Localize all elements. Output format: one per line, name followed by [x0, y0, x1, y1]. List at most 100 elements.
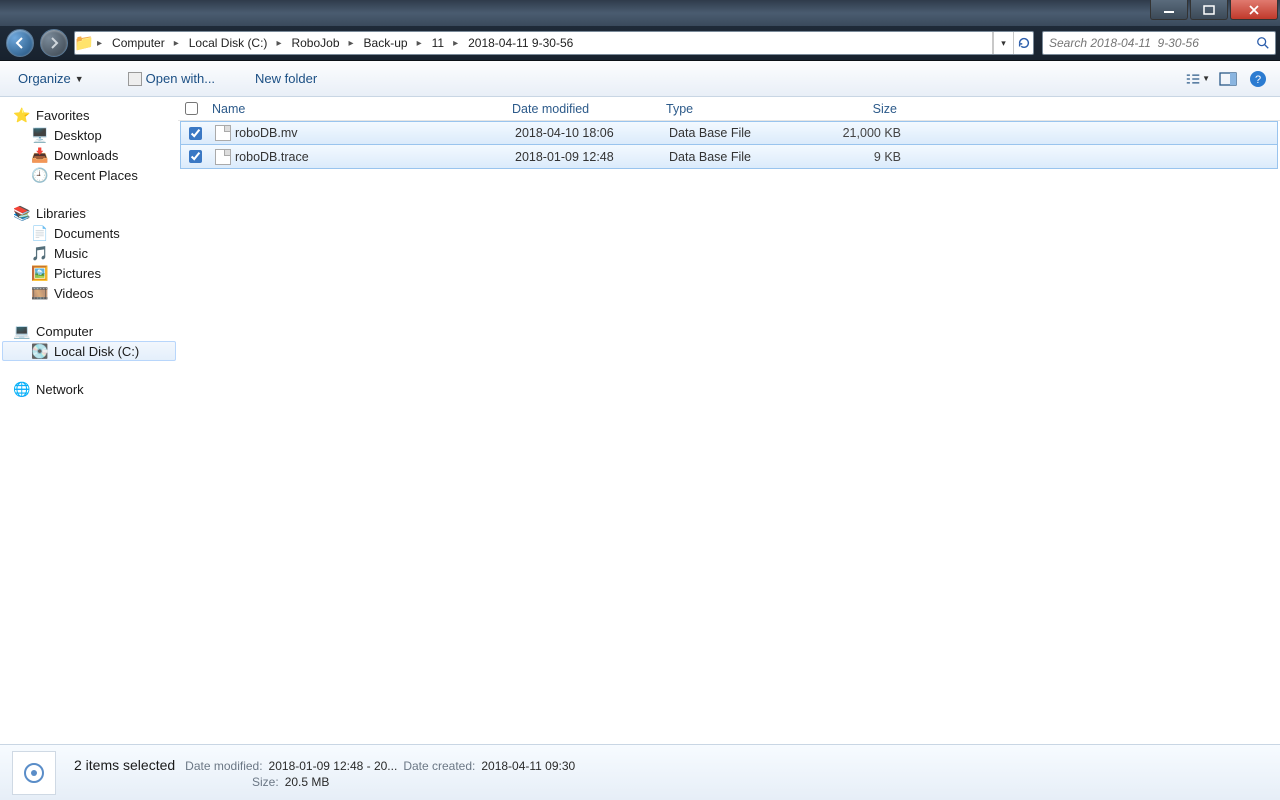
file-name: roboDB.trace: [235, 150, 309, 164]
column-header-type[interactable]: Type: [660, 97, 808, 120]
column-header-checkbox[interactable]: [178, 97, 206, 120]
column-label: Date modified: [512, 102, 589, 116]
new-folder-button[interactable]: New folder: [247, 67, 325, 90]
column-header-size[interactable]: Size: [808, 97, 904, 120]
sidebar-item-pictures[interactable]: 🖼️ Pictures: [2, 263, 176, 283]
sidebar-label: Libraries: [36, 206, 86, 221]
sidebar-item-label: Downloads: [54, 148, 118, 163]
pictures-icon: 🖼️: [32, 265, 48, 281]
organize-button[interactable]: Organize▼: [10, 67, 92, 90]
date-modified-label: Date modified:: [185, 759, 262, 773]
open-with-button[interactable]: Open with...: [120, 67, 223, 90]
select-all-checkbox[interactable]: [185, 102, 198, 115]
sidebar-item-label: Documents: [54, 226, 120, 241]
address-bar[interactable]: 📁 ▸ Computer▸ Local Disk (C:)▸ RoboJob▸ …: [74, 31, 1034, 55]
file-date: 2018-04-10 18:06: [515, 126, 614, 140]
sidebar-item-label: Local Disk (C:): [54, 344, 139, 359]
back-button[interactable]: [6, 29, 34, 57]
sidebar-item-label: Pictures: [54, 266, 101, 281]
search-icon[interactable]: [1251, 36, 1275, 50]
sidebar-item-label: Recent Places: [54, 168, 138, 183]
breadcrumb[interactable]: 11: [426, 32, 449, 54]
sidebar-head-favorites[interactable]: ⭐ Favorites: [2, 105, 176, 125]
sidebar-label: Favorites: [36, 108, 89, 123]
file-type: Data Base File: [669, 126, 751, 140]
close-button[interactable]: [1230, 0, 1278, 20]
selection-count: 2 items selected: [74, 757, 175, 773]
chevron-right-icon[interactable]: ▸: [272, 38, 285, 49]
chevron-right-icon[interactable]: ▸: [93, 38, 106, 49]
view-options-button[interactable]: ▼: [1186, 67, 1210, 91]
date-created-value: 2018-04-11 09:30: [481, 759, 575, 773]
sidebar-item-local-disk[interactable]: 💽Local Disk (C:): [2, 341, 176, 361]
column-header-name[interactable]: Name: [206, 97, 506, 120]
sidebar-head-libraries[interactable]: 📚 Libraries: [2, 203, 176, 223]
help-button[interactable]: ?: [1246, 67, 1270, 91]
file-name: roboDB.mv: [235, 126, 298, 140]
size-label: Size:: [252, 775, 279, 789]
breadcrumb[interactable]: Local Disk (C:): [183, 32, 273, 54]
column-header-date[interactable]: Date modified: [506, 97, 660, 120]
sidebar-item-label: Music: [54, 246, 88, 261]
breadcrumb[interactable]: RoboJob: [285, 32, 344, 54]
row-checkbox[interactable]: [189, 127, 202, 140]
sidebar-item-music[interactable]: 🎵 Music: [2, 243, 176, 263]
file-size: 9 KB: [874, 150, 901, 164]
row-checkbox[interactable]: [189, 150, 202, 163]
refresh-button[interactable]: [1013, 32, 1033, 54]
sidebar-item-recent[interactable]: 🕘 Recent Places: [2, 165, 176, 185]
maximize-button[interactable]: [1190, 0, 1228, 20]
file-type: Data Base File: [669, 150, 751, 164]
breadcrumb[interactable]: Back-up: [358, 32, 413, 54]
selection-thumbnail: [12, 751, 56, 795]
sidebar-item-label: Videos: [54, 286, 94, 301]
sidebar-item-documents[interactable]: 📄 Documents: [2, 223, 176, 243]
documents-icon: 📄: [32, 225, 48, 241]
breadcrumb[interactable]: Computer: [106, 32, 170, 54]
libraries-icon: 📚: [14, 205, 30, 221]
star-icon: ⭐: [14, 107, 30, 123]
folder-icon: 📁: [75, 33, 93, 53]
window-titlebar: [0, 0, 1280, 26]
sidebar-item-label: Desktop: [54, 128, 102, 143]
search-box[interactable]: [1042, 31, 1276, 55]
navigation-bar: 📁 ▸ Computer▸ Local Disk (C:)▸ RoboJob▸ …: [0, 26, 1280, 61]
column-label: Type: [666, 102, 693, 116]
minimize-button[interactable]: [1150, 0, 1188, 20]
computer-icon: 💻: [14, 323, 30, 339]
file-icon: [215, 125, 231, 141]
recent-icon: 🕘: [32, 167, 48, 183]
svg-text:?: ?: [1255, 74, 1261, 86]
app-icon: [128, 72, 142, 86]
preview-pane-button[interactable]: [1216, 67, 1240, 91]
sidebar-label: Network: [36, 382, 84, 397]
file-icon: [215, 149, 231, 165]
chevron-right-icon[interactable]: ▸: [449, 38, 462, 49]
desktop-icon: 🖥️: [32, 127, 48, 143]
file-size: 21,000 KB: [843, 126, 901, 140]
command-bar: Organize▼ Open with... New folder ▼ ?: [0, 61, 1280, 97]
size-value: 20.5 MB: [285, 775, 330, 789]
chevron-right-icon[interactable]: ▸: [413, 38, 426, 49]
chevron-right-icon[interactable]: ▸: [170, 38, 183, 49]
sidebar-item-desktop[interactable]: 🖥️ Desktop: [2, 125, 176, 145]
new-folder-label: New folder: [255, 71, 317, 86]
network-icon: 🌐: [14, 381, 30, 397]
forward-button[interactable]: [40, 29, 68, 57]
history-dropdown[interactable]: ▾: [993, 32, 1013, 54]
date-created-label: Date created:: [403, 759, 475, 773]
breadcrumb[interactable]: 2018-04-11 9-30-56: [462, 32, 578, 54]
file-row[interactable]: roboDB.trace 2018-01-09 12:48 Data Base …: [180, 145, 1278, 169]
file-row[interactable]: roboDB.mv 2018-04-10 18:06 Data Base Fil…: [180, 121, 1278, 145]
sidebar-item-downloads[interactable]: 📥Downloads: [2, 145, 176, 165]
search-input[interactable]: [1043, 36, 1251, 50]
sidebar-item-videos[interactable]: 🎞️Videos: [2, 283, 176, 303]
music-icon: 🎵: [32, 245, 48, 261]
navigation-pane: ⭐ Favorites 🖥️ Desktop 📥Downloads 🕘 Recent …: [0, 97, 178, 744]
column-headers: Name Date modified Type Size: [178, 97, 1280, 121]
open-with-label: Open with...: [146, 71, 215, 86]
sidebar-head-computer[interactable]: 💻Computer: [2, 321, 176, 341]
chevron-right-icon[interactable]: ▸: [345, 38, 358, 49]
sidebar-head-network[interactable]: 🌐 Network: [2, 379, 176, 399]
details-pane: 2 items selected Date modified: 2018-01-…: [0, 744, 1280, 800]
